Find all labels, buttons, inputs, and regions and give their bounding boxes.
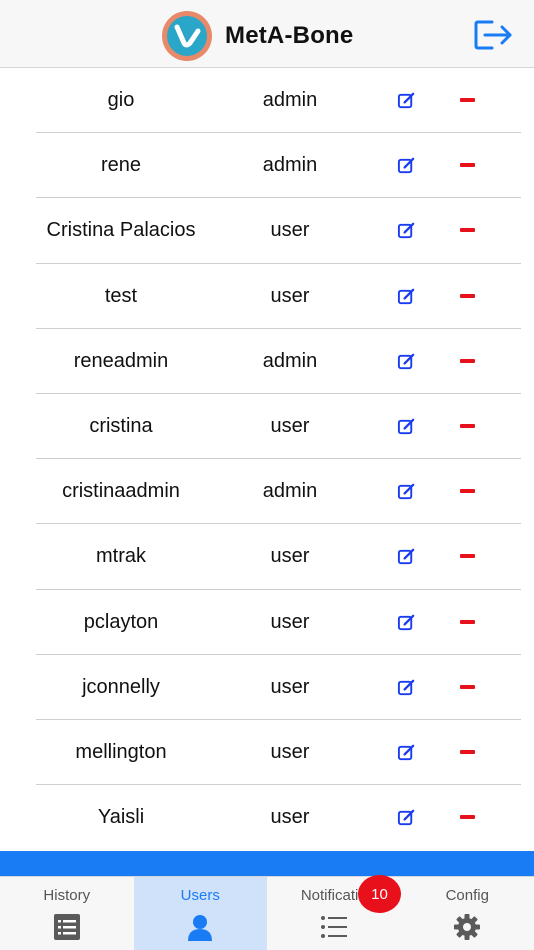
list-box-icon: [53, 914, 80, 940]
user-row: mtrak user: [0, 524, 534, 590]
delete-button[interactable]: [460, 228, 475, 233]
user-name: reneadmin: [73, 349, 169, 372]
users-list: gio admin rene admin Cristina Palacios u…: [0, 68, 534, 850]
tab-label: Config: [445, 887, 489, 904]
tab-label: Users: [180, 887, 220, 904]
app-header: MetA-Bone: [0, 0, 534, 68]
user-name: rene: [100, 154, 142, 177]
edit-icon[interactable]: [397, 743, 416, 762]
user-row: Cristina Palacios user: [0, 198, 534, 264]
delete-button[interactable]: [460, 423, 475, 428]
edit-icon[interactable]: [397, 613, 416, 632]
user-name: jconnelly: [82, 675, 160, 698]
user-role: user: [270, 219, 310, 242]
edit-icon[interactable]: [397, 156, 416, 175]
delete-button[interactable]: [460, 554, 475, 559]
edit-icon[interactable]: [397, 91, 416, 110]
list-icon: [320, 916, 347, 938]
user-name: mellington: [75, 740, 167, 763]
user-name: Yaisli: [97, 806, 145, 829]
user-role: user: [270, 675, 310, 698]
tab-users[interactable]: Users: [133, 877, 267, 950]
user-name: Cristina Palacios: [46, 219, 196, 242]
user-row: test user: [0, 264, 534, 329]
edit-icon[interactable]: [397, 221, 416, 240]
user-role: user: [270, 545, 310, 568]
user-row: reneadmin admin: [0, 329, 534, 395]
edit-icon[interactable]: [397, 678, 416, 697]
user-row: Yaisli user: [0, 785, 534, 850]
user-name: pclayton: [83, 610, 159, 633]
user-role: admin: [262, 89, 318, 111]
user-role: user: [270, 610, 310, 633]
tab-bar: History Users Notificatio Config: [0, 876, 534, 950]
user-role: admin: [262, 349, 318, 372]
tab-label: History: [43, 887, 91, 904]
delete-button[interactable]: [460, 163, 475, 168]
user-row: pclayton user: [0, 590, 534, 655]
notification-badge: 10: [358, 875, 401, 913]
delete-button[interactable]: [460, 749, 475, 754]
user-role: admin: [262, 154, 318, 177]
user-role: user: [270, 284, 310, 307]
edit-icon[interactable]: [397, 808, 416, 827]
delete-button[interactable]: [460, 293, 475, 298]
delete-button[interactable]: [460, 98, 475, 102]
logout-icon: [474, 20, 512, 50]
user-row: jconnelly user: [0, 655, 534, 721]
app-title: MetA-Bone: [225, 22, 354, 49]
delete-button[interactable]: [460, 815, 475, 820]
tab-config[interactable]: Config: [401, 877, 534, 950]
edit-icon[interactable]: [397, 352, 416, 371]
brand: MetA-Bone: [162, 10, 353, 62]
edit-icon[interactable]: [397, 482, 416, 501]
app-logo-icon: [162, 11, 212, 61]
user-row: gio admin: [0, 68, 534, 134]
user-role: admin: [262, 480, 318, 503]
edit-icon[interactable]: [397, 417, 416, 436]
user-name: gio: [107, 89, 135, 111]
delete-button[interactable]: [460, 358, 475, 363]
tab-history[interactable]: History: [0, 877, 134, 950]
delete-button[interactable]: [460, 489, 475, 494]
user-row: cristinaadmin admin: [0, 459, 534, 525]
user-row: mellington user: [0, 720, 534, 786]
user-role: user: [270, 806, 310, 829]
user-row: cristina user: [0, 394, 534, 460]
user-row: rene admin: [0, 133, 534, 199]
edit-icon[interactable]: [397, 287, 416, 306]
logout-button[interactable]: [472, 16, 514, 54]
delete-button[interactable]: [460, 619, 475, 624]
gear-icon: [454, 914, 481, 940]
person-icon: [188, 915, 213, 941]
user-name: cristinaadmin: [62, 480, 180, 503]
user-name: mtrak: [96, 545, 146, 568]
user-role: user: [270, 414, 310, 437]
user-role: user: [270, 740, 310, 763]
delete-button[interactable]: [460, 684, 475, 689]
user-name: test: [104, 284, 138, 307]
edit-icon[interactable]: [397, 547, 416, 566]
user-name: cristina: [89, 414, 153, 437]
